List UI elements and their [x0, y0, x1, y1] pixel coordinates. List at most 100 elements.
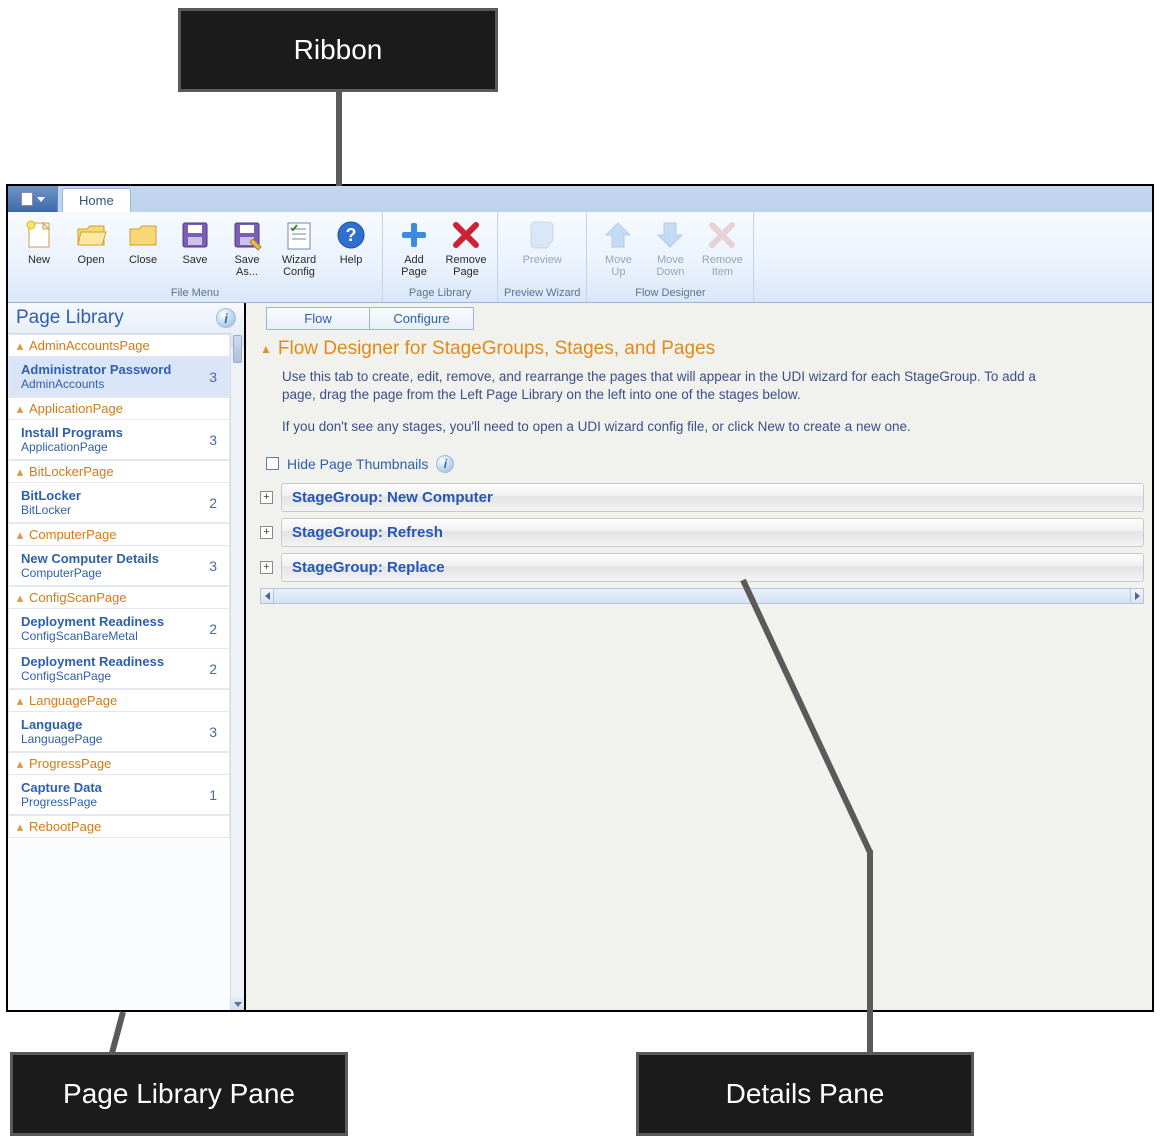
stagegroup-row: + StageGroup: New Computer — [260, 483, 1144, 512]
flow-description: Use this tab to create, edit, remove, an… — [282, 368, 1042, 404]
library-item-count: 3 — [209, 558, 221, 574]
add-page-button[interactable]: Add Page — [389, 216, 439, 285]
move-up-button[interactable]: Move Up — [593, 216, 643, 285]
scroll-right-icon[interactable] — [1130, 588, 1144, 604]
page-library-title: Page Library — [16, 307, 124, 329]
library-item[interactable]: Administrator PasswordAdminAccounts3 — [8, 357, 230, 397]
expand-icon[interactable]: + — [260, 561, 273, 574]
tab-configure[interactable]: Configure — [370, 307, 474, 330]
app-window: Home New Open — [6, 184, 1154, 1012]
callout-details-pane: Details Pane — [636, 1052, 974, 1136]
library-item[interactable]: LanguageLanguagePage3 — [8, 712, 230, 752]
stagegroup-row: + StageGroup: Replace — [260, 553, 1144, 582]
library-group-header[interactable]: ▴BitLockerPage — [8, 460, 230, 483]
remove-page-button[interactable]: Remove Page — [441, 216, 491, 285]
button-label: Move Up — [605, 254, 632, 278]
scroll-left-icon[interactable] — [260, 588, 274, 604]
button-label: Remove Page — [446, 254, 487, 278]
save-as-button[interactable]: Save As... — [222, 216, 272, 285]
tab-home[interactable]: Home — [62, 188, 131, 212]
chevron-up-icon: ▴ — [15, 759, 25, 769]
library-group-name: LanguagePage — [29, 693, 117, 708]
button-label: Wizard Config — [282, 254, 316, 278]
stagegroup-bar[interactable]: StageGroup: New Computer — [281, 483, 1144, 512]
save-icon — [178, 218, 212, 252]
chevron-up-icon: ▴ — [15, 404, 25, 414]
save-button[interactable]: Save — [170, 216, 220, 285]
library-group-header[interactable]: ▴ComputerPage — [8, 523, 230, 546]
library-item-title: Deployment Readiness — [21, 614, 164, 629]
library-item-subtitle: ConfigScanPage — [21, 669, 164, 683]
scrollbar-thumb[interactable] — [233, 335, 242, 363]
add-icon — [397, 218, 431, 252]
preview-button[interactable]: Preview — [509, 216, 575, 285]
library-item[interactable]: Deployment ReadinessConfigScanPage 2 — [8, 649, 230, 689]
remove-icon — [705, 218, 739, 252]
library-item[interactable]: Capture DataProgressPage1 — [8, 775, 230, 815]
library-item-subtitle: ComputerPage — [21, 566, 159, 580]
stagegroup-bar[interactable]: StageGroup: Refresh — [281, 518, 1144, 547]
library-item[interactable]: New Computer DetailsComputerPage 3 — [8, 546, 230, 586]
ribbon-tabstrip: Home — [8, 186, 1152, 212]
library-item-count: 3 — [209, 369, 221, 385]
library-item-title: BitLocker — [21, 488, 81, 503]
library-group-header[interactable]: ▴ConfigScanPage — [8, 586, 230, 609]
callout-line — [867, 850, 873, 1054]
stagegroup-row: + StageGroup: Refresh — [260, 518, 1144, 547]
library-item-title: New Computer Details — [21, 551, 159, 566]
scrollbar-vertical[interactable] — [230, 333, 244, 1011]
details-pane: Flow Configure ▲ Flow Designer for Stage… — [246, 303, 1152, 1011]
close-button[interactable]: Close — [118, 216, 168, 285]
library-group-name: RebootPage — [29, 819, 101, 834]
library-item-subtitle: ConfigScanBareMetal — [21, 629, 164, 643]
library-group-header[interactable]: ▴ProgressPage — [8, 752, 230, 775]
ribbon-body: New Open Close — [8, 212, 1152, 302]
folder-icon — [126, 218, 160, 252]
library-item-count: 3 — [209, 724, 221, 740]
chevron-up-icon: ▴ — [15, 530, 25, 540]
library-group-header[interactable]: ▴ RebootPage — [8, 815, 230, 838]
callout-ribbon: Ribbon — [178, 8, 498, 92]
library-item-subtitle: AdminAccounts — [21, 377, 171, 391]
expand-icon[interactable]: + — [260, 526, 273, 539]
chevron-up-icon: ▴ — [15, 467, 25, 477]
tab-flow[interactable]: Flow — [266, 307, 370, 330]
expand-icon[interactable]: + — [260, 491, 273, 504]
stagegroup-bar[interactable]: StageGroup: Replace — [281, 553, 1144, 582]
hide-thumbnails-checkbox[interactable] — [266, 457, 279, 470]
page-library-header: Page Library i — [8, 303, 244, 334]
library-item[interactable]: BitLockerBitLocker2 — [8, 483, 230, 523]
library-group-header[interactable]: ▴AdminAccountsPage — [8, 334, 230, 357]
ribbon-group-label: Preview Wizard — [504, 285, 580, 302]
chevron-up-icon: ▴ — [15, 341, 25, 351]
library-group-header[interactable]: ▴ ApplicationPage — [8, 397, 230, 420]
library-group-header[interactable]: ▴LanguagePage — [8, 689, 230, 712]
stagegroups-list: + StageGroup: New Computer + StageGroup: Re… — [260, 483, 1144, 582]
system-menu-button[interactable] — [8, 186, 58, 212]
chevron-down-icon — [37, 197, 45, 202]
scrollbar-horizontal[interactable] — [260, 588, 1144, 604]
chevron-up-icon: ▴ — [15, 822, 25, 832]
button-label: New — [28, 254, 50, 266]
scroll-down-icon[interactable] — [231, 997, 244, 1011]
chevron-up-icon[interactable]: ▲ — [260, 342, 272, 356]
wizard-config-button[interactable]: Wizard Config — [274, 216, 324, 285]
library-item-title: Deployment Readiness — [21, 654, 164, 669]
move-down-button[interactable]: Move Down — [645, 216, 695, 285]
library-item[interactable]: Deployment ReadinessConfigScanBareMetal 2 — [8, 609, 230, 649]
remove-item-button[interactable]: Remove Item — [697, 216, 747, 285]
open-button[interactable]: Open — [66, 216, 116, 285]
scrollbar-track[interactable] — [274, 588, 1130, 604]
info-icon[interactable]: i — [216, 308, 236, 328]
document-icon — [21, 192, 33, 206]
library-item-count: 2 — [209, 661, 221, 677]
library-item-title: Language — [21, 717, 102, 732]
library-item[interactable]: Install ProgramsApplicationPage3 — [8, 420, 230, 460]
preview-icon — [525, 218, 559, 252]
library-group-name: ApplicationPage — [29, 401, 123, 416]
library-item-count: 2 — [209, 621, 221, 637]
new-button[interactable]: New — [14, 216, 64, 285]
info-icon[interactable]: i — [436, 455, 454, 473]
arrow-up-icon — [601, 218, 635, 252]
help-button[interactable]: ? Help — [326, 216, 376, 285]
